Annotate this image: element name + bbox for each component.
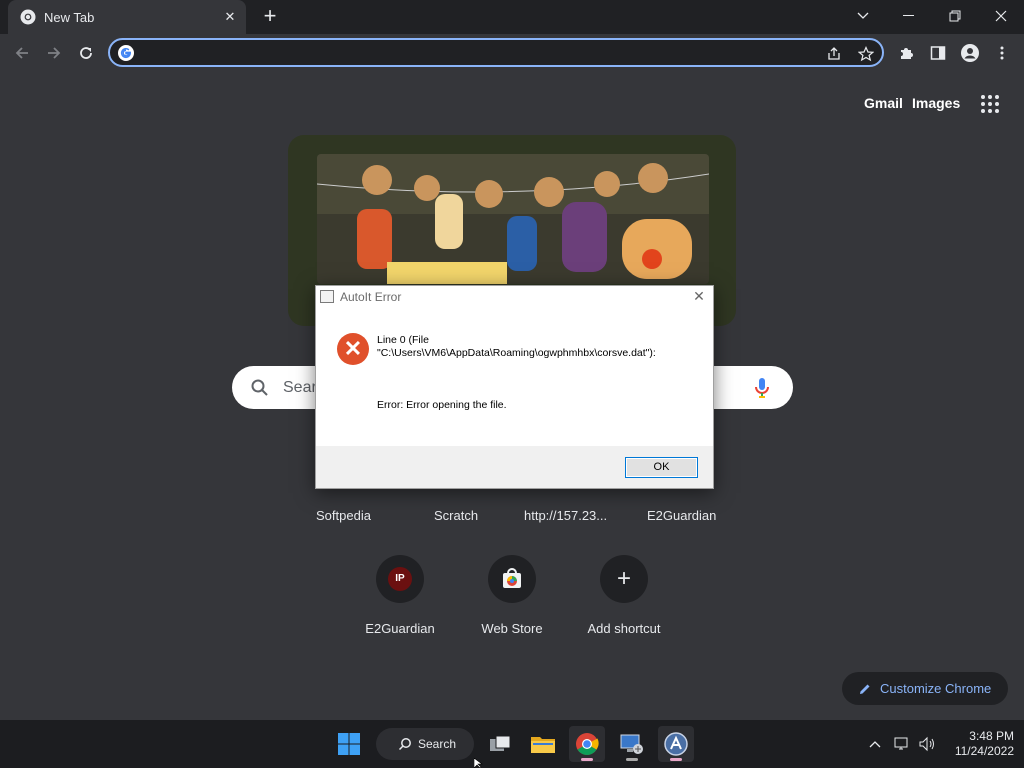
tab-search-dropdown-icon[interactable] — [840, 0, 886, 32]
tab-close-icon[interactable]: ✕ — [220, 7, 240, 27]
dialog-footer: OK — [316, 446, 713, 488]
active-indicator — [581, 758, 593, 761]
google-g-icon — [118, 45, 134, 61]
clock-date: 11/24/2022 — [954, 744, 1014, 758]
address-bar[interactable] — [108, 38, 884, 67]
plus-icon: + — [616, 565, 631, 592]
gmail-link[interactable]: Gmail — [864, 95, 903, 111]
network-icon[interactable] — [892, 734, 912, 754]
shortcut-ip-address[interactable]: http://157.23... — [524, 508, 607, 523]
toolbar — [0, 34, 1024, 72]
google-doodle-image[interactable] — [317, 154, 709, 284]
add-shortcut-button[interactable]: + Add shortcut — [568, 555, 680, 636]
running-indicator — [626, 758, 638, 761]
web-store-icon — [503, 568, 521, 588]
search-icon — [398, 738, 411, 751]
bookmark-star-icon[interactable] — [856, 44, 876, 64]
mouse-cursor-icon — [474, 758, 483, 768]
computer-network-icon — [620, 734, 643, 754]
extensions-icon[interactable] — [893, 40, 919, 66]
tab-title: New Tab — [44, 10, 95, 25]
search-placeholder: Sear — [283, 379, 317, 396]
google-apps-icon[interactable] — [978, 92, 1002, 116]
windows-logo-icon — [338, 733, 360, 755]
tab-new-tab[interactable]: New Tab ✕ — [8, 0, 246, 34]
dialog-titlebar[interactable]: AutoIt Error ✕ — [316, 286, 713, 308]
window-app-icon — [320, 290, 334, 303]
minimize-button[interactable] — [886, 0, 932, 32]
task-view-button[interactable] — [482, 726, 518, 762]
ip-badge-icon: IP — [388, 567, 412, 591]
task-view-icon — [490, 735, 511, 751]
shortcut-scratch[interactable]: Scratch — [434, 508, 478, 523]
shortcut-softpedia[interactable]: Softpedia — [316, 508, 371, 523]
shortcut-e2guardian-2[interactable]: IP E2Guardian — [344, 555, 456, 636]
start-button[interactable] — [331, 726, 367, 762]
taskbar-search[interactable]: Search — [376, 728, 474, 760]
shortcut-icon-circle: + — [600, 555, 648, 603]
pencil-icon — [860, 684, 870, 694]
folder-icon — [531, 737, 555, 753]
back-button[interactable] — [9, 40, 35, 66]
taskbar: Search 3:48 PM 11/24/2022 — [0, 720, 1024, 768]
profile-avatar-icon[interactable] — [957, 40, 983, 66]
clock-time: 3:48 PM — [969, 729, 1014, 743]
close-window-button[interactable] — [978, 0, 1024, 32]
autoit-icon — [664, 732, 688, 756]
ok-button[interactable]: OK — [625, 457, 698, 478]
dialog-close-icon[interactable]: ✕ — [691, 288, 707, 304]
shortcut-label: E2Guardian — [365, 621, 435, 636]
address-input[interactable] — [142, 43, 802, 63]
volume-icon[interactable] — [917, 734, 937, 754]
search-icon — [251, 379, 268, 396]
dialog-title: AutoIt Error — [340, 290, 402, 304]
images-link[interactable]: Images — [912, 95, 960, 111]
chrome-taskbar-button[interactable] — [569, 726, 605, 762]
error-message: Error: Error opening the file. — [377, 399, 507, 411]
customize-chrome-button[interactable]: Customize Chrome — [842, 672, 1008, 705]
taskbar-search-label: Search — [418, 737, 457, 751]
shortcut-icon-circle: IP — [376, 555, 424, 603]
shortcut-label: Add shortcut — [587, 621, 661, 636]
remote-desktop-button[interactable] — [614, 726, 650, 762]
error-line-number: Line 0 (File — [377, 334, 429, 346]
microphone-icon[interactable] — [754, 377, 770, 399]
chevron-up-icon[interactable] — [865, 734, 885, 754]
shortcut-e2guardian[interactable]: E2Guardian — [647, 508, 716, 523]
chrome-icon — [576, 733, 599, 755]
customize-chrome-label: Customize Chrome — [880, 681, 992, 696]
system-clock[interactable]: 3:48 PM 11/24/2022 — [944, 729, 1014, 759]
shortcut-web-store[interactable]: Web Store — [456, 555, 568, 636]
chrome-icon — [20, 9, 36, 25]
forward-button[interactable] — [41, 40, 67, 66]
file-explorer-button[interactable] — [525, 726, 561, 762]
reload-button[interactable] — [73, 40, 99, 66]
tab-strip: New Tab ✕ + — [0, 0, 1024, 34]
autoit-taskbar-button[interactable] — [658, 726, 694, 762]
restore-button[interactable] — [932, 0, 978, 32]
kebab-menu-icon[interactable] — [989, 40, 1015, 66]
error-file-path: "C:\Users\VM6\AppData\Roaming\ogwphmhbx\… — [377, 347, 656, 359]
shortcut-label: Web Store — [481, 621, 543, 636]
new-tab-button[interactable]: + — [258, 5, 282, 29]
side-panel-icon[interactable] — [925, 40, 951, 66]
active-indicator — [670, 758, 682, 761]
error-icon: ✕ — [337, 333, 369, 365]
share-icon[interactable] — [824, 44, 844, 64]
autoit-error-dialog: AutoIt Error ✕ ✕ Line 0 (File "C:\Users\… — [315, 285, 714, 489]
shortcut-icon-circle — [488, 555, 536, 603]
